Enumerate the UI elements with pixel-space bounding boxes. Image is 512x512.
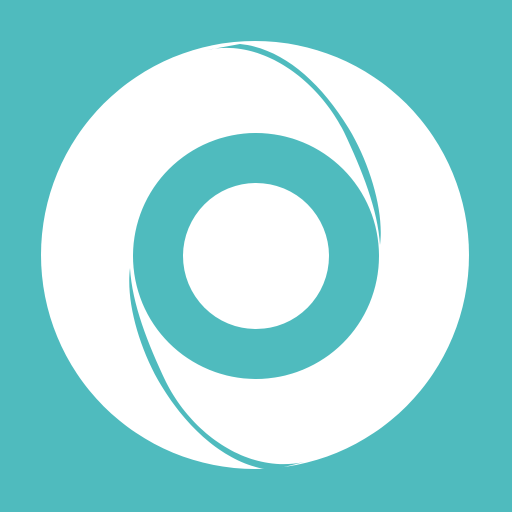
- swirl-logo-icon: [0, 0, 512, 512]
- app-icon: [0, 0, 512, 512]
- inner-disc: [183, 183, 329, 329]
